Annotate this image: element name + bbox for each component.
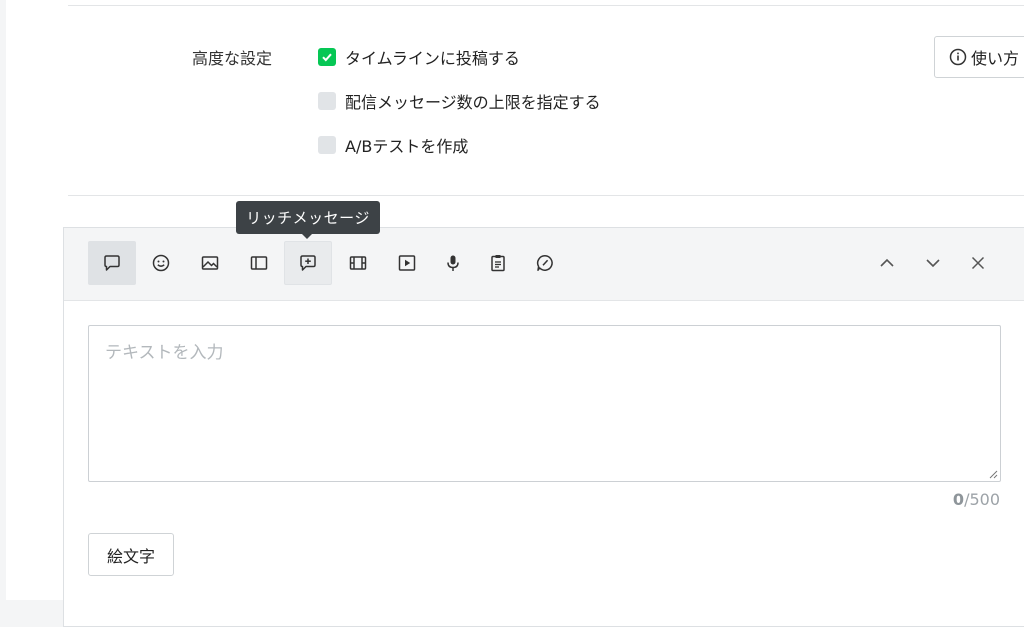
checkbox-box[interactable] bbox=[318, 92, 336, 110]
chevron-down-icon bbox=[926, 259, 940, 268]
divider bbox=[68, 195, 1024, 196]
message-type-toolbar bbox=[64, 228, 1024, 301]
speech-bubble-icon bbox=[104, 255, 120, 271]
character-limit: /500 bbox=[964, 490, 1000, 509]
microphone-icon bbox=[447, 255, 459, 271]
divider bbox=[68, 5, 1024, 6]
ab-test-label: A/Bテストを作成 bbox=[345, 137, 469, 156]
text-input-placeholder: テキストを入力 bbox=[105, 343, 224, 363]
film-icon bbox=[349, 256, 367, 270]
smiley-icon bbox=[152, 254, 170, 272]
audio-button[interactable] bbox=[429, 241, 477, 285]
sticker-button[interactable] bbox=[137, 241, 185, 285]
emoji-button[interactable]: 絵文字 bbox=[88, 533, 174, 576]
message-limit-label: 配信メッセージ数の上限を指定する bbox=[345, 93, 601, 112]
rich-message-button[interactable] bbox=[284, 241, 332, 285]
image-icon bbox=[201, 256, 219, 270]
timeline-post-checkbox[interactable]: タイムラインに投稿する bbox=[318, 45, 520, 69]
chevron-up-icon bbox=[880, 258, 894, 267]
video-button[interactable] bbox=[334, 241, 382, 285]
play-video-button[interactable] bbox=[383, 241, 431, 285]
ab-test-checkbox[interactable]: A/Bテストを作成 bbox=[318, 133, 468, 157]
timeline-post-label: タイムラインに投稿する bbox=[345, 49, 520, 68]
character-counter: 0/500 bbox=[944, 490, 1000, 509]
message-editor: テキストを入力 0/500 絵文字 bbox=[63, 227, 1024, 627]
rich-message-tooltip: リッチメッセージ bbox=[236, 201, 380, 239]
move-up-button[interactable] bbox=[874, 250, 900, 276]
card-button[interactable] bbox=[235, 241, 283, 285]
usage-button[interactable]: 使い方 bbox=[934, 36, 1024, 78]
message-limit-checkbox[interactable]: 配信メッセージ数の上限を指定する bbox=[318, 89, 601, 113]
card-icon bbox=[250, 256, 268, 270]
pencil-bubble-icon bbox=[536, 255, 553, 271]
image-button[interactable] bbox=[186, 241, 234, 285]
play-icon bbox=[398, 255, 416, 271]
checkmark-icon[interactable] bbox=[318, 48, 336, 66]
rich-message-icon bbox=[300, 255, 316, 271]
clipboard-icon bbox=[491, 255, 505, 272]
survey-button[interactable] bbox=[474, 241, 522, 285]
resize-handle-icon[interactable] bbox=[988, 469, 998, 479]
remove-button[interactable] bbox=[965, 250, 991, 276]
move-down-button[interactable] bbox=[920, 250, 946, 276]
usage-button-label: 使い方 bbox=[971, 49, 1020, 68]
other-message-button[interactable] bbox=[521, 241, 569, 285]
message-text-input[interactable]: テキストを入力 bbox=[88, 325, 1001, 482]
character-count: 0 bbox=[952, 490, 965, 509]
text-message-button[interactable] bbox=[88, 241, 136, 285]
advanced-settings-label: 高度な設定 bbox=[192, 49, 273, 68]
close-icon bbox=[971, 256, 985, 270]
checkbox-box[interactable] bbox=[318, 136, 336, 154]
info-icon bbox=[949, 48, 967, 66]
